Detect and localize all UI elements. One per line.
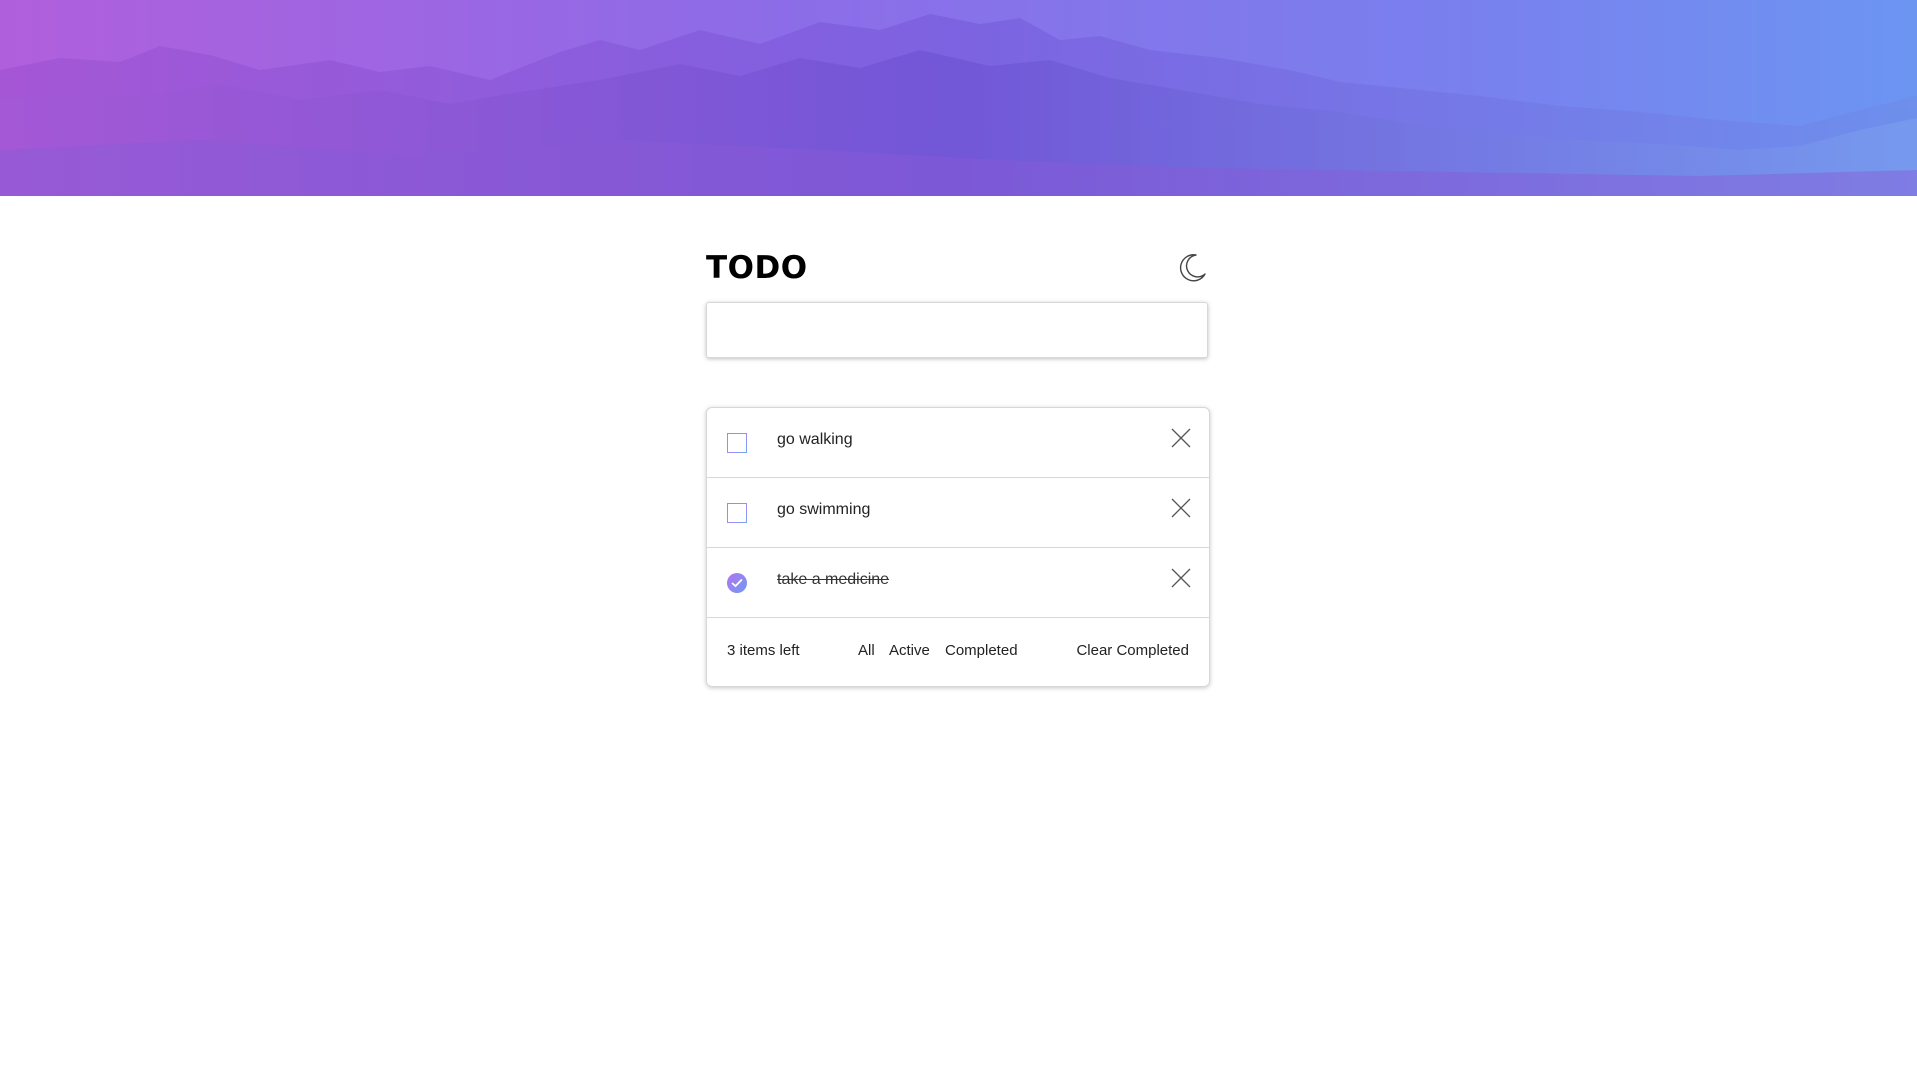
new-todo-input[interactable]	[706, 302, 1208, 358]
todo-text: go walking	[777, 431, 853, 448]
theme-toggle-button[interactable]	[1176, 252, 1208, 284]
todo-list: go walking go swimming take a medicine 3…	[706, 407, 1210, 687]
app-title: TODO	[706, 250, 808, 286]
close-icon[interactable]	[1171, 428, 1191, 448]
check-icon	[731, 578, 743, 588]
todo-app: TODO go walking go swimming take a medic…	[706, 248, 1210, 687]
filter-completed[interactable]: Completed	[945, 642, 1018, 659]
todo-checkbox[interactable]	[727, 433, 747, 453]
moon-icon	[1179, 254, 1206, 282]
todo-checkbox-checked[interactable]	[727, 573, 747, 593]
todo-text: go swimming	[777, 501, 871, 518]
todo-item: go swimming	[707, 478, 1209, 548]
todo-checkbox[interactable]	[727, 503, 747, 523]
hero-banner	[0, 0, 1917, 196]
filter-active[interactable]: Active	[889, 642, 930, 659]
close-icon[interactable]	[1171, 498, 1191, 518]
todo-footer: 3 items left All Active Completed Clear …	[707, 618, 1209, 686]
todo-text: take a medicine	[777, 571, 890, 588]
todo-item: go walking	[707, 408, 1209, 478]
items-left-count: 3 items left	[727, 642, 800, 659]
app-header: TODO	[706, 248, 1208, 302]
close-icon[interactable]	[1171, 568, 1191, 588]
todo-item: take a medicine	[707, 548, 1209, 618]
clear-completed-button[interactable]: Clear Completed	[1076, 642, 1189, 659]
mountain-background-image	[0, 14, 1917, 196]
filter-all[interactable]: All	[858, 642, 875, 659]
